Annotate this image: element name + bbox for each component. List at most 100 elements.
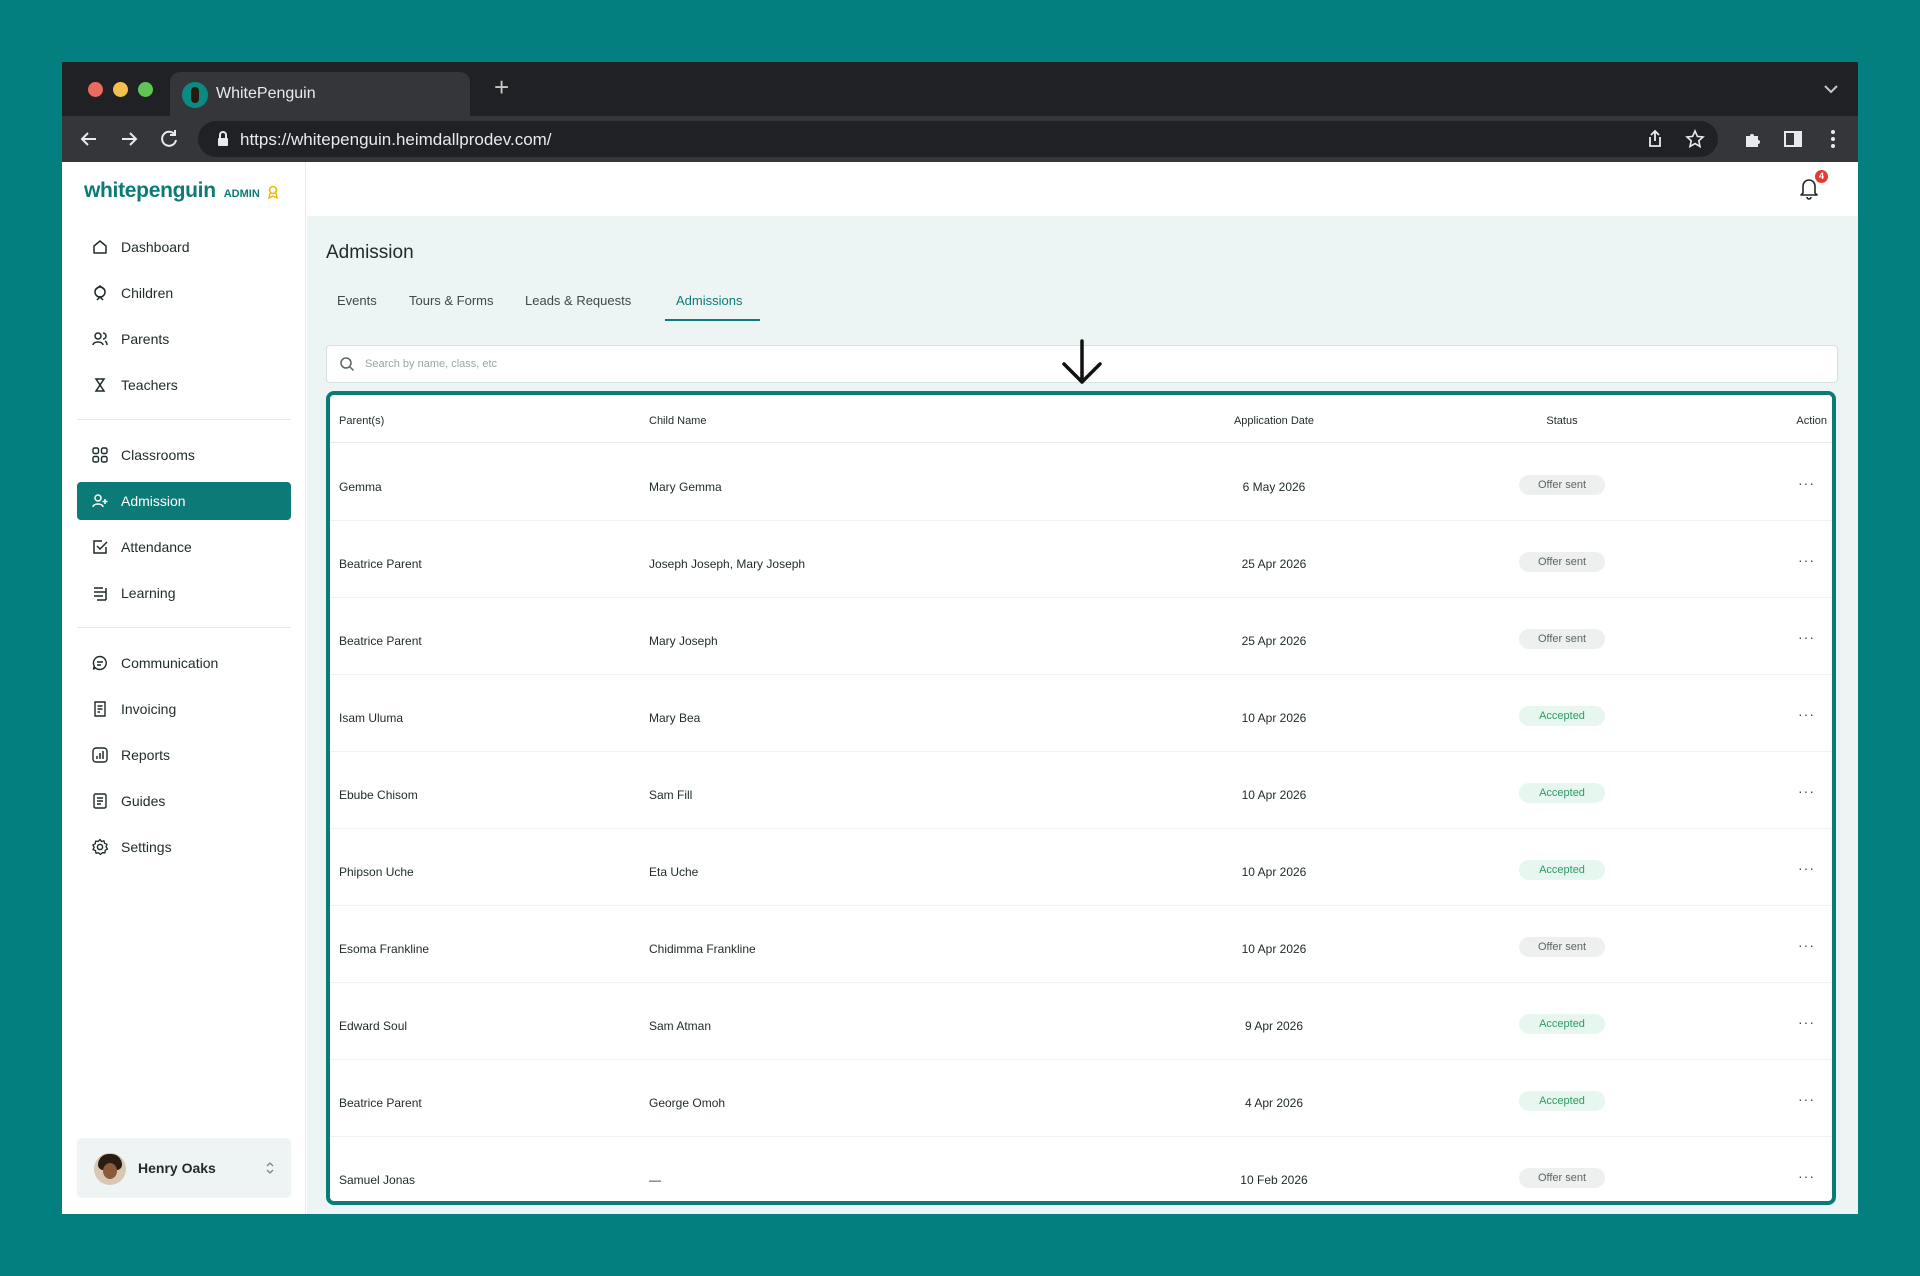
table-row[interactable]: Edward Soul Sam Atman 9 Apr 2026 Accepted ··… <box>330 983 1832 1060</box>
row-actions-menu-icon[interactable]: ··· <box>1798 861 1815 875</box>
tab-tours-forms[interactable]: Tours & Forms <box>397 287 502 321</box>
status-badge: Offer sent <box>1519 1168 1605 1188</box>
row-actions-menu-icon[interactable]: ··· <box>1798 476 1815 490</box>
sidebar-item-admission[interactable]: Admission <box>77 482 291 520</box>
back-arrow-icon[interactable] <box>76 126 102 152</box>
new-tab-icon[interactable]: + <box>494 74 509 100</box>
table-row[interactable]: Esoma Frankline Chidimma Frankline 10 Apr … <box>330 906 1832 983</box>
row-actions-menu-icon[interactable]: ··· <box>1798 1169 1815 1183</box>
status-badge: Offer sent <box>1519 629 1605 649</box>
sidebar-item-reports[interactable]: Reports <box>77 736 291 774</box>
tab-leads-requests[interactable]: Leads & Requests <box>513 287 639 321</box>
grid-icon <box>92 447 108 463</box>
child-name-cell: Joseph Joseph, Mary Joseph <box>649 557 806 571</box>
share-icon[interactable] <box>1644 128 1666 150</box>
gear-icon <box>92 838 109 856</box>
row-actions-menu-icon[interactable]: ··· <box>1798 707 1815 721</box>
sidebar-item-label: Communication <box>121 655 219 671</box>
status-badge: Offer sent <box>1519 552 1605 572</box>
application-date-cell: 4 Apr 2026 <box>1244 1096 1304 1110</box>
browser-menu-icon[interactable] <box>1822 128 1844 150</box>
browser-window: WhitePenguin + https://whitepenguin.heim… <box>62 62 1858 1214</box>
sidebar-item-label: Children <box>121 285 174 301</box>
application-date-cell: 10 Apr 2026 <box>1241 711 1307 725</box>
child-name-cell: Chidimma Frankline <box>649 942 756 956</box>
column-header-child-name[interactable]: Child Name <box>649 415 706 427</box>
row-actions-menu-icon[interactable]: ··· <box>1798 630 1815 644</box>
table-row[interactable]: Beatrice Parent George Omoh 4 Apr 2026 Acce… <box>330 1060 1832 1137</box>
check-square-icon <box>93 540 108 554</box>
sidebar-item-label: Parents <box>121 331 170 347</box>
sidebar-item-label: Attendance <box>121 539 192 555</box>
child-icon <box>94 285 106 301</box>
admin-role-label: ADMIN <box>223 188 260 200</box>
row-actions-menu-icon[interactable]: ··· <box>1798 784 1815 798</box>
avatar <box>94 1153 126 1185</box>
penguin-favicon-icon <box>182 82 208 108</box>
lock-icon <box>218 131 228 146</box>
parents-icon <box>92 332 108 346</box>
sidebar-item-parents[interactable]: Parents <box>77 320 291 358</box>
table-row[interactable]: Isam Uluma Mary Bea 10 Apr 2026 Accepted ··· <box>330 675 1832 752</box>
row-actions-menu-icon[interactable]: ··· <box>1798 1015 1815 1029</box>
brand-logo[interactable]: whitepenguin ADMIN <box>84 179 279 203</box>
sidebar-item-classrooms[interactable]: Classrooms <box>77 436 291 474</box>
browser-tab[interactable]: WhitePenguin <box>170 72 470 116</box>
minimize-window-button[interactable] <box>113 82 128 97</box>
row-actions-menu-icon[interactable]: ··· <box>1798 938 1815 952</box>
reload-icon[interactable] <box>156 126 182 152</box>
table-row[interactable]: Phipson Uche Eta Uche 10 Apr 2026 Accepted ·… <box>330 829 1832 906</box>
admin-badge-icon <box>267 185 278 199</box>
url-text: https://whitepenguin.heimdallprodev.com/ <box>240 130 552 149</box>
status-badge: Offer sent <box>1519 475 1605 495</box>
tab-search-chevron-icon[interactable] <box>1822 80 1840 98</box>
column-header-parents[interactable]: Parent(s) <box>339 415 384 427</box>
extensions-puzzle-icon[interactable] <box>1742 128 1764 150</box>
status-badge: Accepted <box>1519 860 1605 880</box>
close-window-button[interactable] <box>88 82 103 97</box>
sidebar-item-teachers[interactable]: Teachers <box>77 366 291 404</box>
sidebar-item-label: Reports <box>121 747 171 763</box>
parent-name-cell: Beatrice Parent <box>339 634 422 648</box>
status-badge: Accepted <box>1519 1091 1605 1111</box>
sidebar-item-dashboard[interactable]: Dashboard <box>77 228 291 266</box>
forward-arrow-icon[interactable] <box>116 126 142 152</box>
status-badge: Offer sent <box>1519 937 1605 957</box>
tab-events[interactable]: Events <box>326 287 386 321</box>
table-header: Parent(s) Child Name Application Date St… <box>330 395 1832 443</box>
invoice-icon <box>94 701 106 717</box>
status-badge: Accepted <box>1519 706 1605 726</box>
bookmark-star-icon[interactable] <box>1684 128 1706 150</box>
table-row[interactable]: Ebube Chisom Sam Fill 10 Apr 2026 Accepted ·… <box>330 752 1832 829</box>
user-profile-switcher[interactable]: Henry Oaks <box>77 1138 291 1198</box>
sidebar-item-invoicing[interactable]: Invoicing <box>77 690 291 728</box>
sidebar-item-children[interactable]: Children <box>77 274 291 312</box>
parent-name-cell: Edward Soul <box>339 1019 408 1033</box>
column-header-application-date[interactable]: Application Date <box>1234 415 1314 427</box>
application-date-cell: 10 Apr 2026 <box>1241 788 1307 802</box>
browser-toolbar: https://whitepenguin.heimdallprodev.com/ <box>62 116 1858 162</box>
child-name-cell: — <box>649 1173 661 1187</box>
column-header-status[interactable]: Status <box>1546 415 1577 427</box>
tab-admissions[interactable]: Admissions <box>665 287 760 321</box>
sidebar-item-attendance[interactable]: Attendance <box>77 528 291 566</box>
address-bar[interactable]: https://whitepenguin.heimdallprodev.com/ <box>198 121 1718 157</box>
maximize-window-button[interactable] <box>138 82 153 97</box>
table-row[interactable]: Beatrice Parent Joseph Joseph, Mary Josep… <box>330 521 1832 598</box>
sidebar-item-settings[interactable]: Settings <box>77 828 291 866</box>
child-name-cell: George Omoh <box>649 1096 726 1110</box>
table-row[interactable]: Beatrice Parent Mary Joseph 25 Apr 2026 Off… <box>330 598 1832 675</box>
parent-name-cell: Isam Uluma <box>339 711 404 725</box>
sidebar-item-guides[interactable]: Guides <box>77 782 291 820</box>
table-row[interactable]: Gemma Mary Gemma 6 May 2026 Offer sent ··· <box>330 444 1832 521</box>
table-row[interactable]: Samuel Jonas — 10 Feb 2026 Offer sent ··· <box>330 1137 1832 1201</box>
side-panel-icon[interactable] <box>1782 128 1804 150</box>
chart-icon <box>92 747 108 763</box>
row-actions-menu-icon[interactable]: ··· <box>1798 1092 1815 1106</box>
book-icon <box>94 587 107 601</box>
row-actions-menu-icon[interactable]: ··· <box>1798 553 1815 567</box>
status-badge: Accepted <box>1519 783 1605 803</box>
child-name-cell: Sam Fill <box>649 788 693 802</box>
sidebar-item-communication[interactable]: Communication <box>77 644 291 682</box>
sidebar-item-learning[interactable]: Learning <box>77 574 291 612</box>
